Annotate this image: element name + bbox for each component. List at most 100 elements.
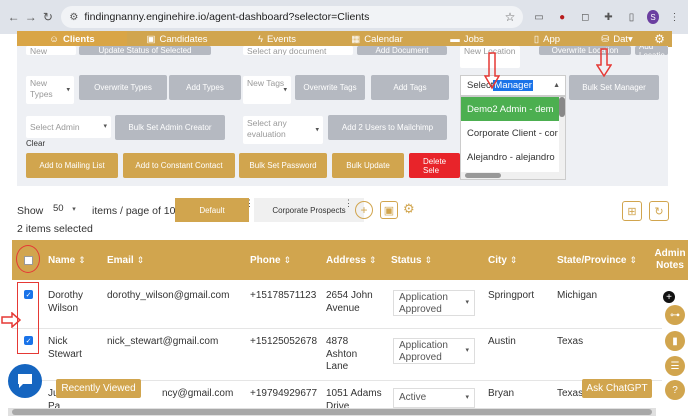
overwrite-tags-button[interactable]: Overwrite Tags — [295, 75, 365, 100]
back-icon[interactable]: ← — [6, 8, 21, 26]
scrollbar-thumb[interactable] — [465, 173, 501, 178]
evaluation-select[interactable]: Select any evaluation ▾ — [243, 116, 323, 144]
dropdown-vertical-scrollbar[interactable] — [559, 97, 565, 179]
tab-events[interactable]: ϟ Events — [227, 31, 327, 47]
column-header-address[interactable]: Address ⇕ — [326, 255, 377, 266]
column-header-phone[interactable]: Phone ⇕ — [250, 255, 291, 266]
address-bar[interactable]: ⚙ findingnanny.enginehire.io/agent-dashb… — [61, 6, 524, 28]
refresh-icon[interactable]: ↻ — [649, 201, 669, 221]
delete-selected-button[interactable]: Delete Sele — [409, 153, 460, 178]
column-header-state[interactable]: State/Province ⇕ — [557, 255, 637, 266]
settings-gear-icon[interactable]: ⚙ — [647, 31, 672, 47]
cell-city: Bryan — [488, 388, 515, 399]
new-types-select[interactable]: New Types ▾ — [26, 76, 74, 104]
view-tab-default[interactable]: Default — [175, 198, 249, 222]
chevron-down-icon: ▾ — [103, 123, 107, 130]
cast-icon[interactable]: ▭ — [531, 8, 546, 26]
update-status-button[interactable]: Update Status of Selected — [79, 46, 211, 55]
tab-calendar[interactable]: ▦ Calendar — [327, 31, 427, 47]
sidepanel-icon[interactable]: ▯ — [624, 8, 639, 26]
recently-viewed-button[interactable]: Recently Viewed — [56, 379, 141, 398]
site-info-icon[interactable]: ⚙ — [69, 12, 78, 23]
manager-select[interactable]: Select Manager ▲ — [460, 75, 566, 96]
bulk-set-manager-button[interactable]: Bulk Set Manager — [569, 75, 659, 100]
bookmark-star-icon[interactable]: ☆ — [505, 10, 516, 24]
cell-city: Springport — [488, 290, 535, 301]
add-document-button[interactable]: Add Document — [357, 46, 447, 55]
column-header-admin-notes[interactable]: Admin Notes — [652, 248, 688, 272]
save-icon[interactable]: ▣ — [380, 201, 398, 219]
kebab-menu-icon[interactable]: ⋮ — [667, 8, 682, 26]
add-view-icon[interactable]: + — [355, 201, 373, 219]
tab-data[interactable]: ⛁ Dat▾ — [587, 31, 647, 47]
column-header-status[interactable]: Status ⇕ — [391, 255, 432, 266]
kebab-icon[interactable]: ⋮ — [245, 198, 254, 209]
settings-gear-icon[interactable]: ⚙ — [403, 201, 415, 217]
add-types-button[interactable]: Add Types — [169, 75, 241, 100]
manager-option[interactable]: Alejandro - alejandro — [461, 145, 565, 169]
bulk-update-button[interactable]: Bulk Update — [332, 153, 404, 178]
add-mailchimp-button[interactable]: Add 2 Users to Mailchimp — [328, 115, 447, 140]
overwrite-types-button[interactable]: Overwrite Types — [79, 75, 167, 100]
scrollbar-thumb[interactable] — [12, 409, 652, 415]
puzzle-icon[interactable]: ✚ — [601, 8, 616, 26]
tab-jobs[interactable]: ▬ Jobs — [427, 31, 507, 47]
sort-icon: ⇕ — [509, 255, 518, 265]
status-select[interactable]: Application Approved ▾ — [393, 338, 475, 364]
admin-select[interactable]: Select Admin ▾ — [26, 116, 111, 138]
chat-widget-icon[interactable] — [8, 364, 42, 398]
annotation-arrow-down-icon — [596, 48, 612, 78]
column-header-city[interactable]: City ⇕ — [488, 255, 517, 266]
document-select[interactable]: Select any document — [243, 46, 353, 55]
annotation-box — [17, 282, 39, 354]
smiley-icon: ☺ — [49, 33, 59, 45]
bulk-set-admin-creator-button[interactable]: Bulk Set Admin Creator — [115, 115, 225, 140]
clear-link[interactable]: Clear — [26, 139, 45, 148]
dropdown-horizontal-scrollbar[interactable] — [461, 172, 561, 179]
manager-option[interactable]: Corporate Client - cor — [461, 121, 565, 145]
capture-icon[interactable]: ◻ — [578, 8, 593, 26]
add-circle-icon[interactable]: + — [663, 291, 675, 303]
scrollbar-thumb[interactable] — [559, 97, 565, 117]
briefcase-icon: ▣ — [146, 33, 156, 45]
add-location-button[interactable]: Add Locatio — [635, 46, 668, 55]
kebab-icon[interactable]: ⋮ — [344, 198, 353, 209]
bolt-icon: ϟ — [257, 33, 263, 45]
chevron-down-icon: ▾ — [315, 126, 319, 134]
reload-icon[interactable]: ↻ — [40, 8, 55, 26]
manager-option[interactable]: Demo2 Admin - dem — [461, 97, 565, 121]
tab-app[interactable]: ▯ App — [507, 31, 587, 47]
help-fab-icon[interactable]: ? — [665, 380, 685, 400]
bookmark-fab-icon[interactable]: ▮ — [665, 331, 685, 351]
cell-address: 4878 Ashton Lane — [326, 336, 358, 372]
status-select[interactable]: Active ▾ — [393, 388, 475, 408]
table-header: Name ⇕ Email ⇕ Phone ⇕ Address ⇕ Status ⇕ Cit… — [12, 240, 688, 280]
overwrite-location-button[interactable]: Overwrite Location — [539, 46, 631, 55]
sort-icon: ⇕ — [78, 255, 86, 265]
cell-state: Texas — [557, 388, 584, 399]
hierarchy-icon[interactable]: ⊞ — [622, 201, 642, 221]
table-toolbar: Show 50 ▾ items / page of 10 Default ⋮ C… — [17, 198, 669, 224]
new-status-select[interactable]: New Status — [26, 46, 76, 55]
add-constant-contact-button[interactable]: Add to Constant Contact — [123, 153, 235, 178]
chevron-down-icon: ▾ — [72, 206, 76, 213]
new-tags-select[interactable]: New Tags ▾ — [243, 76, 291, 104]
extension-badge-icon[interactable]: ● — [555, 8, 570, 26]
checklist-fab-icon[interactable]: ☰ — [665, 356, 685, 376]
ask-chatgpt-button[interactable]: Ask ChatGPT — [582, 379, 652, 398]
cell-name: Nick Stewart — [48, 336, 82, 360]
profile-avatar[interactable]: S — [647, 10, 659, 24]
column-header-name[interactable]: Name ⇕ — [48, 255, 86, 266]
folder-icon: ▬ — [450, 33, 460, 45]
table-horizontal-scrollbar[interactable] — [8, 408, 656, 416]
hierarchy-fab-icon[interactable]: ⊶ — [665, 305, 685, 325]
tab-clients[interactable]: ☺ Clients — [17, 31, 127, 47]
page-size-select[interactable]: 50 ▾ — [47, 203, 89, 218]
add-mailing-list-button[interactable]: Add to Mailing List — [26, 153, 118, 178]
status-select[interactable]: Application Approved ▾ — [393, 290, 475, 316]
forward-icon[interactable]: → — [23, 8, 38, 26]
tab-candidates[interactable]: ▣ Candidates — [127, 31, 227, 47]
column-header-email[interactable]: Email ⇕ — [107, 255, 144, 266]
add-tags-button[interactable]: Add Tags — [371, 75, 449, 100]
bulk-set-password-button[interactable]: Bulk Set Password — [239, 153, 327, 178]
